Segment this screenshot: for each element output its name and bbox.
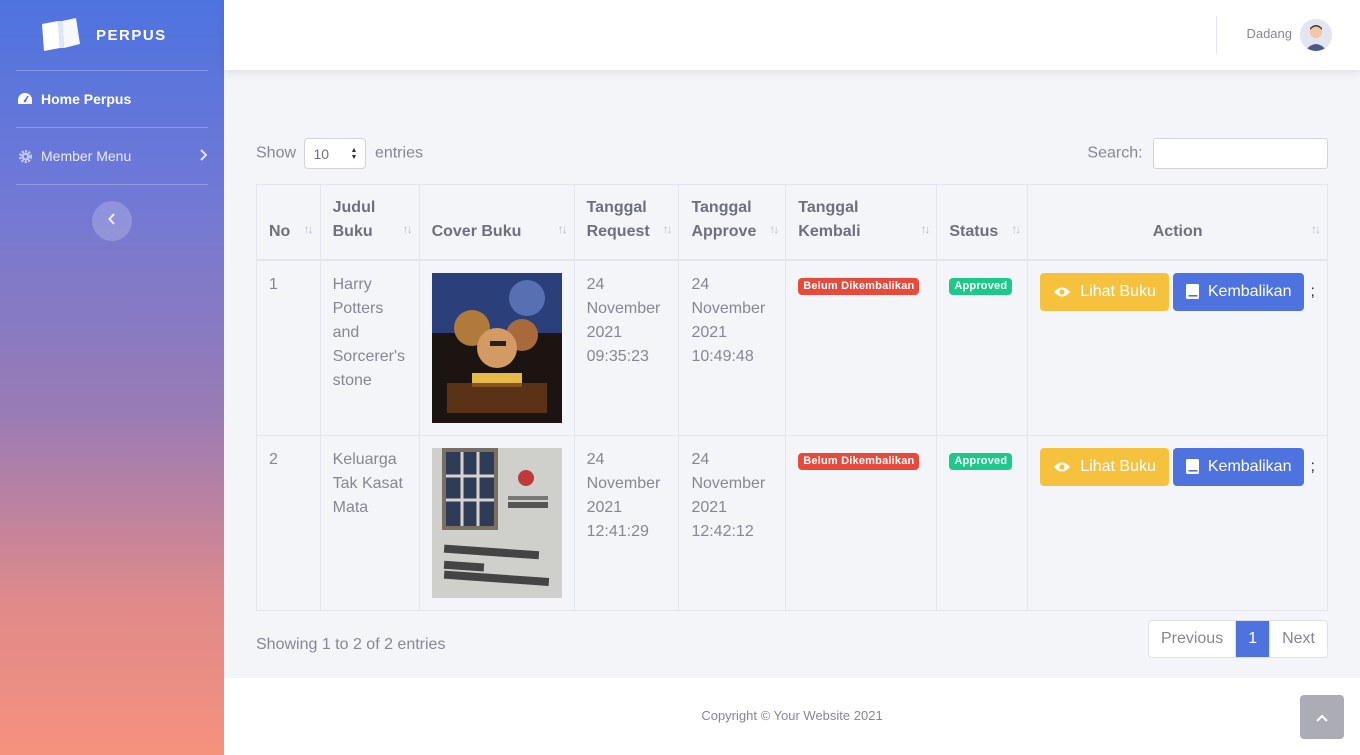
select-arrows-icon: ▲ ▼ xyxy=(350,147,358,161)
return-book-button[interactable]: Kembalikan xyxy=(1172,272,1305,311)
column-header-tanggal-kembali[interactable]: Tanggal Kembali ↑↓ xyxy=(785,184,938,260)
action-separator: ; xyxy=(1310,282,1315,300)
scroll-to-top-button[interactable] xyxy=(1300,695,1344,739)
sidebar-item-label: Home Perpus xyxy=(41,91,132,107)
cell-judul: Harry Potters and Sorcerer's stone xyxy=(319,259,420,436)
book-open-icon xyxy=(40,18,80,52)
avatar[interactable] xyxy=(1300,19,1332,51)
sidebar-item-label: Member Menu xyxy=(41,148,132,164)
table-footer: Showing 1 to 2 of 2 entries Previous 1 N… xyxy=(256,619,1328,658)
sidebar-item-home-perpus[interactable]: Home Perpus xyxy=(0,71,224,127)
entries-select-value: 10 xyxy=(313,145,330,162)
cell-status: Approved xyxy=(936,259,1029,436)
sort-icon: ↑↓ xyxy=(402,221,413,236)
cell-status: Approved xyxy=(936,434,1029,611)
cell-action: Lihat Buku Kembalikan ; xyxy=(1027,259,1328,436)
cell-tanggal-approve: 24 November 2021 12:42:12 xyxy=(678,434,787,611)
status-badge: Approved xyxy=(949,277,1013,295)
cell-no: 2 xyxy=(256,434,321,611)
eye-icon xyxy=(1053,461,1071,473)
sort-icon: ↑↓ xyxy=(303,221,314,236)
view-book-button[interactable]: Lihat Buku xyxy=(1040,272,1169,311)
sidebar-item-member-menu[interactable]: Member Menu xyxy=(0,128,224,184)
entries-label: entries xyxy=(374,144,423,162)
table-controls: Show 10 ▲ ▼ entries Search: xyxy=(256,138,1328,169)
column-header-cover-buku[interactable]: Cover Buku ↑↓ xyxy=(418,184,575,260)
sort-icon: ↑↓ xyxy=(662,221,672,236)
sidebar-toggle-button[interactable] xyxy=(92,201,132,241)
brand[interactable]: PERPUS xyxy=(0,0,224,70)
show-label: Show xyxy=(256,144,297,162)
chevron-up-icon xyxy=(1316,709,1328,725)
cell-tanggal-request: 24 November 2021 09:35:23 xyxy=(573,259,680,436)
page-button-1[interactable]: 1 xyxy=(1236,620,1271,657)
sort-icon: ↑↓ xyxy=(769,221,779,236)
book-icon xyxy=(1185,284,1199,299)
column-header-action[interactable]: Action ↑↓ xyxy=(1027,184,1328,260)
sort-icon: ↑↓ xyxy=(1011,221,1021,236)
sidebar-divider xyxy=(16,184,208,185)
search-control: Search: xyxy=(1087,138,1328,169)
entries-select[interactable]: 10 ▲ ▼ xyxy=(304,138,367,169)
chevron-left-icon xyxy=(108,212,116,230)
action-separator: ; xyxy=(1310,457,1315,475)
user-name[interactable]: Dadang xyxy=(1246,26,1292,41)
column-header-status[interactable]: Status ↑↓ xyxy=(936,184,1029,260)
view-book-button[interactable]: Lihat Buku xyxy=(1040,447,1169,486)
eye-icon xyxy=(1053,286,1071,298)
main-content: Show 10 ▲ ▼ entries Search: No ↑↓ Judul Bu… xyxy=(256,138,1328,658)
return-book-button[interactable]: Kembalikan xyxy=(1172,447,1305,486)
site-footer: Copyright © Your Website 2021 xyxy=(224,678,1360,755)
return-status-badge: Belum Dikembalikan xyxy=(798,277,920,295)
cell-tanggal-request: 24 November 2021 12:41:29 xyxy=(573,434,680,611)
loans-table: No ↑↓ Judul Buku ↑↓ Cover Buku ↑↓ Tanggal R… xyxy=(256,184,1328,611)
sort-icon: ↑↓ xyxy=(920,221,930,236)
table-header-row: No ↑↓ Judul Buku ↑↓ Cover Buku ↑↓ Tanggal R… xyxy=(256,184,1328,260)
status-badge: Approved xyxy=(949,452,1013,470)
column-header-judul-buku[interactable]: Judul Buku ↑↓ xyxy=(319,184,420,260)
cell-cover xyxy=(418,259,575,436)
column-header-no[interactable]: No ↑↓ xyxy=(256,184,321,260)
brand-name: PERPUS xyxy=(96,26,167,44)
sort-icon: ↑↓ xyxy=(1311,221,1321,236)
book-icon xyxy=(1185,459,1199,474)
cell-tanggal-kembali: Belum Dikembalikan xyxy=(785,259,938,436)
cell-no: 1 xyxy=(256,259,321,436)
book-cover-image xyxy=(431,447,562,598)
book-cover-image xyxy=(431,272,562,423)
search-input[interactable] xyxy=(1153,138,1328,169)
next-page-button[interactable]: Next xyxy=(1270,621,1327,657)
tachometer-icon xyxy=(17,91,33,107)
cell-judul: Keluarga Tak Kasat Mata xyxy=(319,434,420,611)
sort-icon: ↑↓ xyxy=(557,221,568,236)
cell-action: Lihat Buku Kembalikan ; xyxy=(1027,434,1328,611)
column-header-tanggal-request[interactable]: Tanggal Request ↑↓ xyxy=(573,184,680,260)
cell-cover xyxy=(418,434,575,611)
return-status-badge: Belum Dikembalikan xyxy=(798,452,920,470)
copyright-text: Copyright © Your Website 2021 xyxy=(701,708,883,723)
cell-tanggal-kembali: Belum Dikembalikan xyxy=(785,434,938,611)
sidebar: PERPUS Home Perpus Member Menu xyxy=(0,0,224,755)
table-row: 1 Harry Potters and Sorcerer's stone 24 … xyxy=(256,259,1328,436)
previous-page-button[interactable]: Previous xyxy=(1149,620,1237,657)
chevron-right-icon xyxy=(199,148,208,164)
cog-icon xyxy=(17,148,33,164)
topbar: Dadang xyxy=(224,0,1360,70)
pagination: Previous 1 Next xyxy=(1147,619,1328,658)
table-info: Showing 1 to 2 of 2 entries xyxy=(256,635,446,653)
cell-tanggal-approve: 24 November 2021 10:49:48 xyxy=(678,259,787,436)
column-header-tanggal-approve[interactable]: Tanggal Approve ↑↓ xyxy=(678,184,787,260)
topbar-divider xyxy=(1216,16,1217,54)
table-row: 2 Keluarga Tak Kasat Mata 24 November 20… xyxy=(256,434,1328,611)
search-label: Search: xyxy=(1087,144,1143,162)
length-control: Show 10 ▲ ▼ entries xyxy=(256,138,423,169)
